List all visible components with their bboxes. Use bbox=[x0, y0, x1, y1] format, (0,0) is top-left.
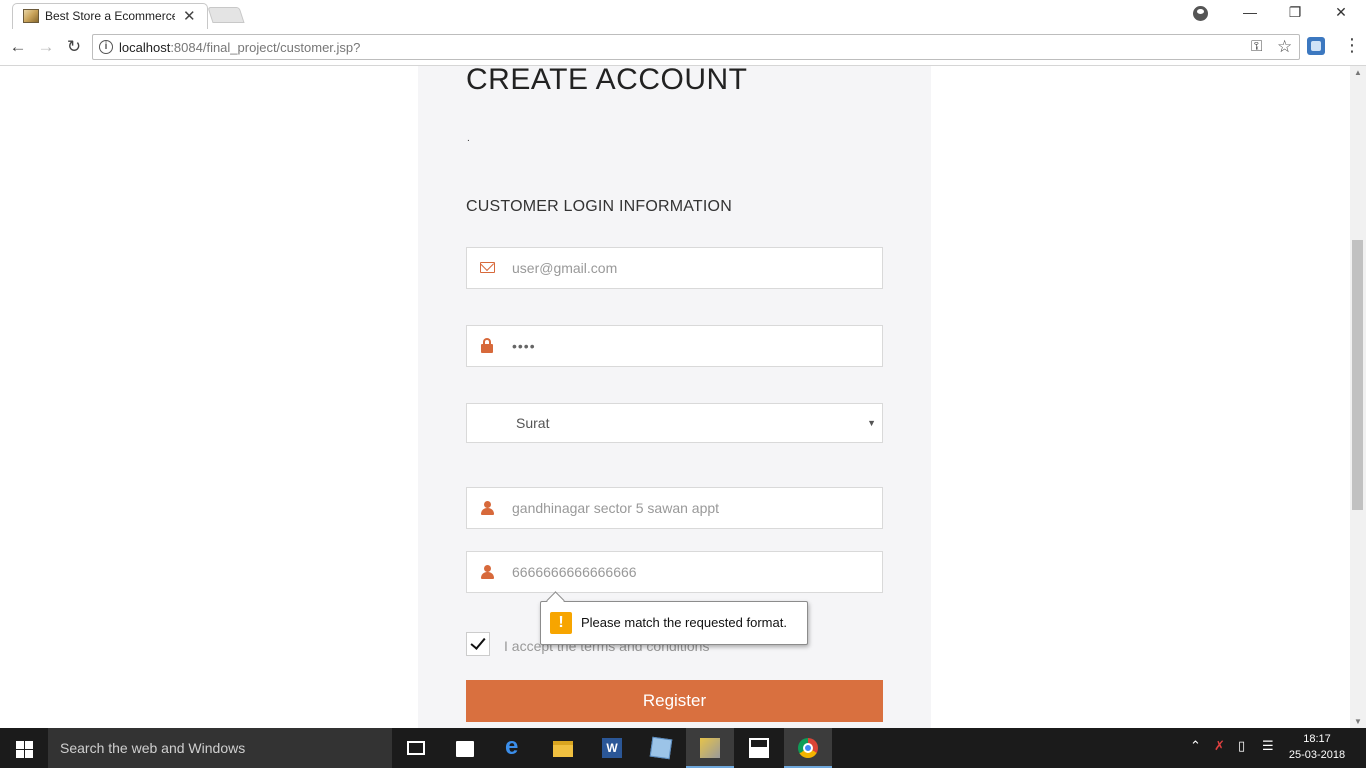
windows-start-button[interactable] bbox=[0, 728, 48, 768]
task-view-icon[interactable] bbox=[392, 728, 440, 768]
url-host: localhost bbox=[119, 40, 171, 55]
store-icon[interactable] bbox=[441, 728, 489, 768]
clock-date: 25-03-2018 bbox=[1288, 749, 1346, 761]
validation-tooltip: ! Please match the requested format. bbox=[540, 601, 808, 645]
taskbar-search-placeholder: Search the web and Windows bbox=[60, 740, 246, 756]
close-window-button[interactable]: ✕ bbox=[1329, 4, 1353, 24]
browser-titlebar: Best Store a Ecommerce ✕ — ❐ ✕ bbox=[0, 0, 1366, 29]
address-value[interactable]: gandhinagar sector 5 sawan appt bbox=[512, 488, 872, 528]
section-title: CUSTOMER LOGIN INFORMATION bbox=[466, 198, 732, 215]
forward-arrow-icon[interactable]: → bbox=[36, 37, 56, 57]
email-field[interactable]: user@gmail.com bbox=[466, 247, 883, 289]
tools-icon[interactable] bbox=[686, 728, 734, 768]
envelope-icon bbox=[480, 262, 495, 273]
profile-icon[interactable] bbox=[1193, 6, 1208, 21]
back-arrow-icon[interactable]: ← bbox=[8, 37, 28, 57]
address-field[interactable]: gandhinagar sector 5 sawan appt bbox=[466, 487, 883, 529]
address-bar[interactable]: i localhost:8084/final_project/customer.… bbox=[92, 34, 1300, 60]
page-scrollbar[interactable]: ▲ ▼ bbox=[1350, 66, 1366, 728]
store-favicon-icon bbox=[23, 9, 39, 23]
chrome-icon[interactable] bbox=[784, 728, 832, 768]
url-path: :8084/final_project/customer.jsp? bbox=[170, 40, 361, 55]
new-tab-button[interactable] bbox=[207, 7, 245, 23]
user-icon bbox=[480, 500, 496, 516]
taskbar-search-box[interactable]: Search the web and Windows bbox=[48, 728, 392, 768]
city-select[interactable]: Surat ▼ bbox=[466, 403, 883, 443]
phone-field[interactable]: 6666666666666666 bbox=[466, 551, 883, 593]
tab-title: Best Store a Ecommerce bbox=[45, 9, 175, 23]
scroll-down-icon[interactable]: ▼ bbox=[1354, 717, 1362, 726]
page-title: CREATE ACCOUNT bbox=[466, 66, 748, 96]
tray-chevron-up-icon[interactable]: ⌃ bbox=[1190, 738, 1201, 754]
word-icon[interactable]: W bbox=[588, 728, 636, 768]
checkmark-icon bbox=[470, 634, 486, 650]
reload-icon[interactable]: ↻ bbox=[64, 37, 84, 57]
network-error-icon[interactable]: ✗ bbox=[1214, 738, 1225, 754]
chevron-down-icon[interactable]: ▼ bbox=[867, 418, 876, 428]
lock-icon bbox=[480, 338, 496, 354]
password-value[interactable]: •••• bbox=[512, 326, 872, 366]
extension-icon[interactable] bbox=[1307, 37, 1325, 55]
star-icon[interactable]: ☆ bbox=[1277, 37, 1292, 57]
clock-time: 18:17 bbox=[1303, 733, 1331, 745]
terms-checkbox[interactable] bbox=[466, 632, 490, 656]
key-icon[interactable]: ⚿ bbox=[1251, 38, 1262, 55]
password-field[interactable]: •••• bbox=[466, 325, 883, 367]
scroll-up-icon[interactable]: ▲ bbox=[1354, 68, 1362, 77]
windows-taskbar: Search the web and Windows e W ⌃ ✗ ▯ ☰ 1… bbox=[0, 728, 1366, 768]
minimize-button[interactable]: — bbox=[1238, 4, 1262, 24]
taskbar-clock[interactable]: 18:17 25-03-2018 bbox=[1284, 731, 1350, 763]
edge-icon[interactable]: e bbox=[490, 728, 538, 768]
info-icon[interactable]: i bbox=[99, 40, 113, 54]
phone-value[interactable]: 6666666666666666 bbox=[512, 552, 872, 592]
url-text[interactable]: localhost:8084/final_project/customer.js… bbox=[119, 40, 360, 55]
warning-icon: ! bbox=[550, 612, 572, 634]
city-selected-value[interactable]: Surat bbox=[516, 404, 876, 442]
scroll-thumb[interactable] bbox=[1352, 240, 1363, 510]
tab-close-icon[interactable]: ✕ bbox=[183, 7, 196, 25]
restore-button[interactable]: ❐ bbox=[1283, 4, 1307, 24]
menu-icon[interactable]: ⋮ bbox=[1343, 36, 1361, 54]
validation-message: Please match the requested format. bbox=[581, 615, 787, 630]
browser-toolbar: ← → ↻ i localhost:8084/final_project/cus… bbox=[0, 29, 1366, 66]
file-explorer-icon[interactable] bbox=[539, 728, 587, 768]
browser-tab[interactable]: Best Store a Ecommerce ✕ bbox=[12, 3, 208, 29]
user-icon bbox=[480, 564, 496, 580]
email-value[interactable]: user@gmail.com bbox=[512, 248, 872, 288]
virtualbox-icon[interactable] bbox=[637, 728, 685, 768]
dot-text: . bbox=[467, 133, 470, 144]
battery-icon[interactable]: ▯ bbox=[1238, 738, 1245, 754]
photos-icon[interactable] bbox=[735, 728, 783, 768]
register-button[interactable]: Register bbox=[466, 680, 883, 722]
notifications-icon[interactable]: ☰ bbox=[1262, 738, 1274, 754]
